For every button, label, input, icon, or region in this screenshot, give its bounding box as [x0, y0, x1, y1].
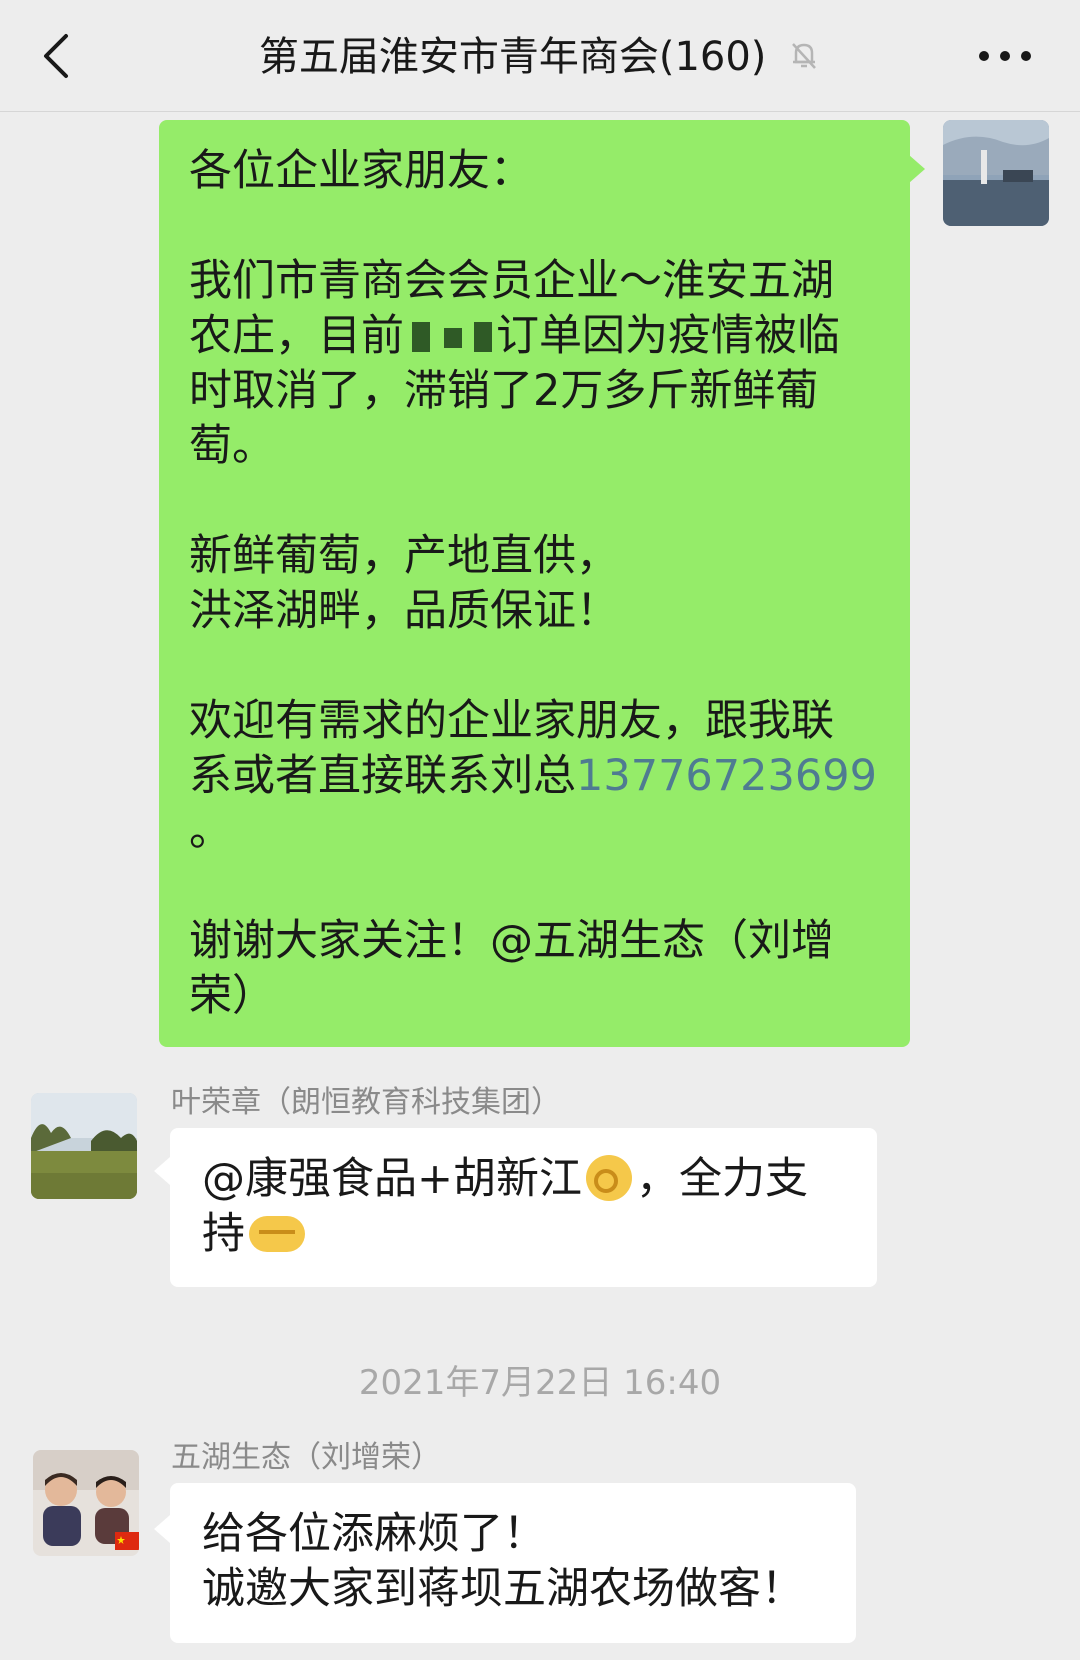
- message-line: 荣）: [189, 971, 275, 1021]
- message-timestamp: 2021年7月22日 16:40: [358, 1363, 722, 1403]
- chat-header: 第五届淮安市青年商会(160): [0, 0, 1080, 112]
- censored-mosaic: [404, 316, 496, 356]
- message-line: 各位企业家朋友：: [189, 146, 533, 196]
- bell-muted-icon: [787, 32, 821, 86]
- ok-hand-icon: [586, 1155, 633, 1201]
- message-line: 给各位添麻烦了！: [202, 1509, 546, 1559]
- chat-title-wrap: 第五届淮安市青年商会(160): [0, 30, 1080, 86]
- sender-name: 五湖生态（刘增荣）: [171, 1440, 441, 1475]
- self-bubble-tail: [909, 155, 925, 183]
- self-message-bubble[interactable]: 各位企业家朋友： 我们市青商会会员企业～淮安五湖 农庄，目前 订单因为疫情被临 时…: [159, 120, 910, 1047]
- other-bubble-tail: [154, 1157, 170, 1185]
- message-line: 新鲜葡萄，产地直供，: [189, 531, 619, 581]
- other-message-bubble[interactable]: 给各位添麻烦了！ 诚邀大家到蒋坝五湖农场做客！: [170, 1483, 856, 1643]
- self-avatar[interactable]: [943, 120, 1049, 226]
- more-options-button[interactable]: [970, 36, 1040, 76]
- ellipsis-icon: [979, 51, 1031, 61]
- other-message-bubble[interactable]: @康强食品+胡新江 ，全力支 持: [170, 1128, 877, 1287]
- other-bubble-tail: [154, 1515, 170, 1543]
- message-line: 萄。: [189, 421, 275, 471]
- message-line: 洪泽湖畔，品质保证！: [189, 586, 619, 636]
- chat-title: 第五届淮安市青年商会(160): [258, 34, 767, 80]
- sender-avatar[interactable]: [31, 1093, 137, 1199]
- message-line: 农庄，目前 订单因为疫情被临: [189, 311, 840, 361]
- message-line: 诚邀大家到蒋坝五湖农场做客！: [202, 1564, 804, 1614]
- sender-name: 叶荣章（朗恒教育科技集团）: [171, 1085, 561, 1120]
- sender-avatar[interactable]: [33, 1450, 139, 1556]
- message-line: @康强食品+胡新江 ，全力支: [202, 1154, 809, 1204]
- phone-number-link[interactable]: 13776723699: [576, 751, 877, 801]
- message-line: 持: [202, 1207, 845, 1262]
- message-line: 我们市青商会会员企业～淮安五湖: [189, 256, 834, 306]
- handshake-icon: [249, 1216, 305, 1252]
- message-line: 时取消了，滞销了2万多斤新鲜葡: [189, 366, 819, 416]
- message-line: 谢谢大家关注！@五湖生态（刘增: [189, 916, 834, 966]
- message-line: 。: [189, 806, 232, 856]
- message-line: 系或者直接联系刘总13776723699: [189, 751, 877, 801]
- message-line: 欢迎有需求的企业家朋友，跟我联: [189, 696, 834, 746]
